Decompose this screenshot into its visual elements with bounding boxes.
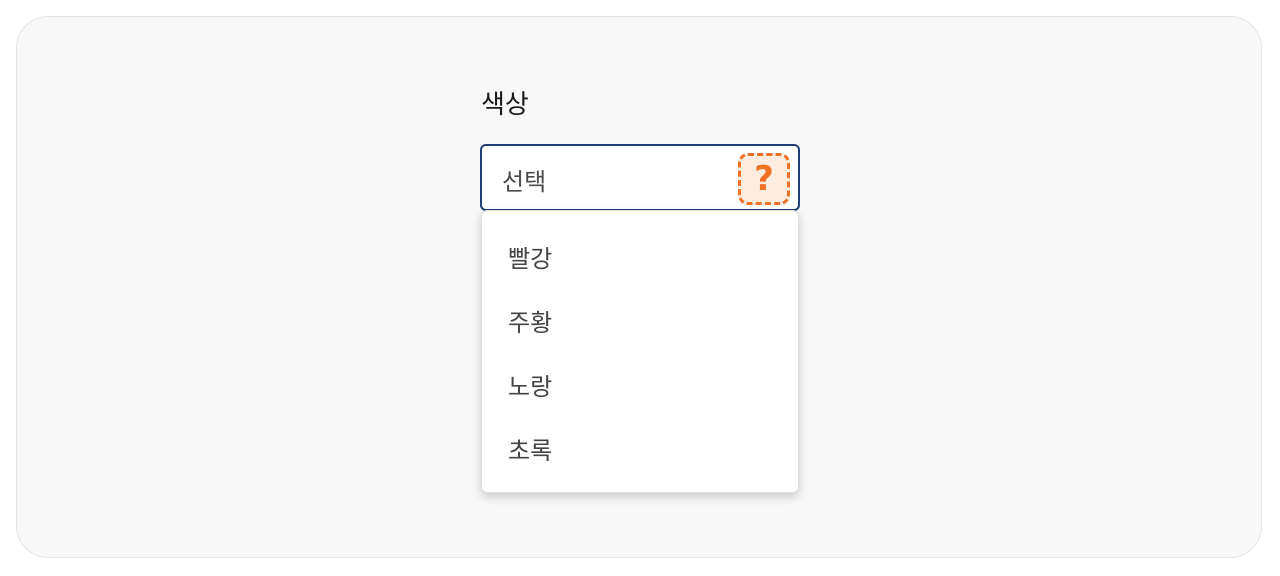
select-value: 선택 (502, 168, 547, 196)
select-dropdown-menu: 빨강 주황 노랑 초록 (481, 210, 799, 493)
question-mark-icon[interactable]: ? (738, 153, 790, 205)
option-yellow[interactable]: 노랑 (508, 367, 552, 402)
option-green[interactable]: 초록 (508, 431, 552, 466)
color-field-label: 색상 (481, 90, 529, 120)
option-orange[interactable]: 주황 (508, 303, 552, 338)
option-red[interactable]: 빨강 (508, 239, 552, 274)
question-mark-glyph: ? (754, 159, 774, 199)
color-select[interactable]: 선택 ? (480, 144, 800, 211)
